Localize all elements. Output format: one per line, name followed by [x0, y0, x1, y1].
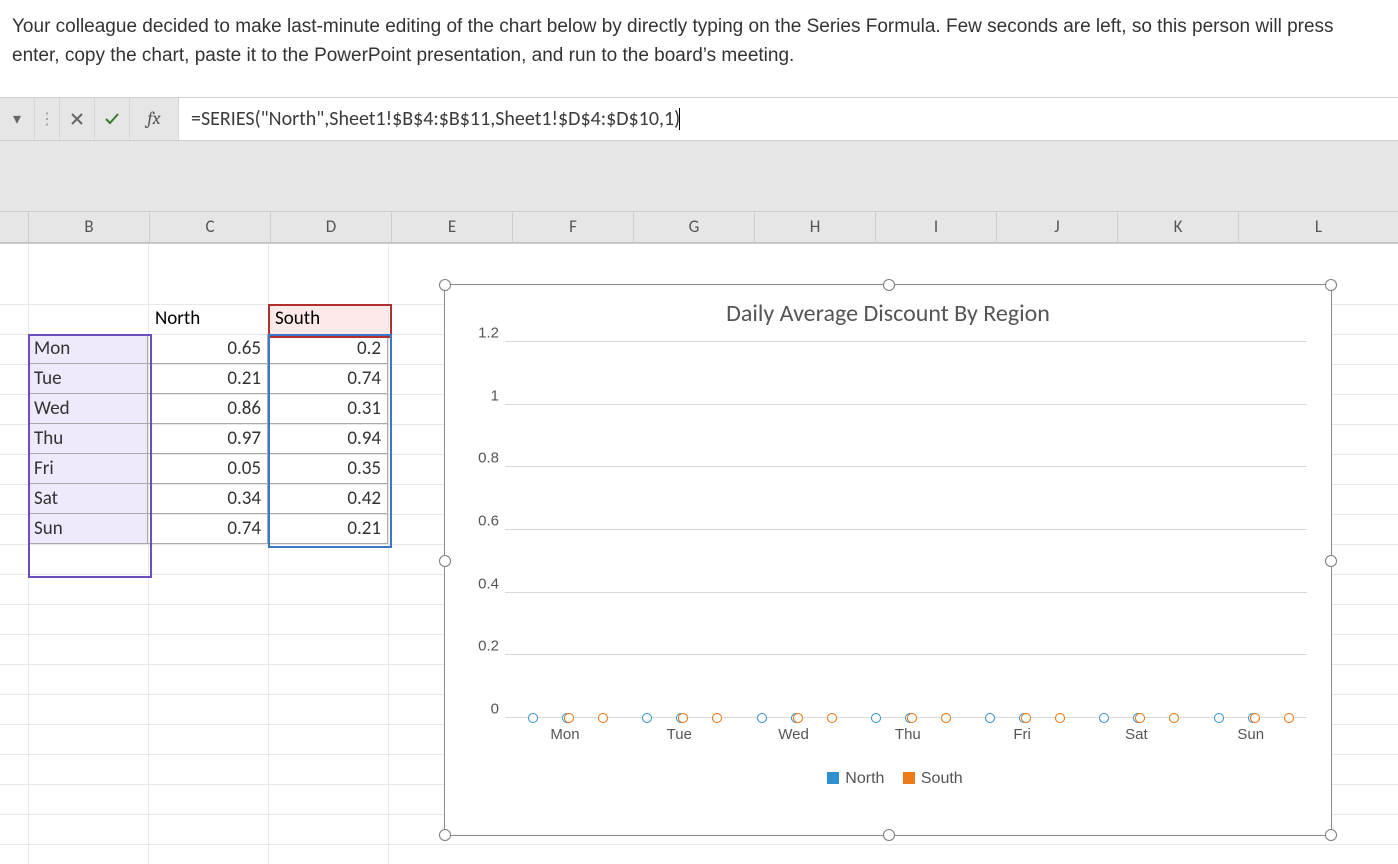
- text-caret: [679, 108, 680, 130]
- legend-swatch-south: [903, 772, 915, 784]
- column-headers[interactable]: B C D E F G H I J K L: [0, 211, 1398, 243]
- x-tick-label: Sun: [1201, 726, 1301, 743]
- col-header-F[interactable]: F: [513, 212, 634, 242]
- col-header-K[interactable]: K: [1118, 212, 1239, 242]
- formula-bar: ▾ ⋮ fx =SERIES("North",Sheet1!$B$4:$B$11…: [0, 98, 1398, 141]
- resize-handle[interactable]: [1325, 279, 1337, 291]
- x-tick-label: Sat: [1086, 726, 1186, 743]
- legend-swatch-north: [827, 772, 839, 784]
- cell-south[interactable]: 0.31: [268, 394, 388, 424]
- cell-south[interactable]: 0.42: [268, 484, 388, 514]
- col-header-C[interactable]: C: [150, 212, 271, 242]
- close-icon: [69, 111, 85, 127]
- row-day[interactable]: Sun: [28, 514, 148, 544]
- formula-bar-options-button[interactable]: ⋮: [35, 98, 60, 140]
- y-tick: 0: [491, 700, 499, 717]
- row-day[interactable]: Thu: [28, 424, 148, 454]
- legend-label-south: South: [921, 770, 963, 787]
- x-tick-label: Tue: [629, 726, 729, 743]
- data-table[interactable]: North South Mon0.650.2 Tue0.210.74 Wed0.…: [28, 304, 388, 544]
- cell-north[interactable]: 0.65: [148, 334, 268, 364]
- cell-north[interactable]: 0.74: [148, 514, 268, 544]
- resize-handle[interactable]: [883, 279, 895, 291]
- formula-input[interactable]: =SERIES("North",Sheet1!$B$4:$B$11,Sheet1…: [179, 98, 1398, 140]
- x-tick-label: Wed: [744, 726, 844, 743]
- cell-north[interactable]: 0.21: [148, 364, 268, 394]
- cell-north[interactable]: 0.97: [148, 424, 268, 454]
- row-day[interactable]: Wed: [28, 394, 148, 424]
- x-tick-label: Fri: [972, 726, 1072, 743]
- cell-south[interactable]: 0.2: [268, 334, 388, 364]
- col-header-B[interactable]: B: [29, 212, 150, 242]
- cell-north[interactable]: 0.05: [148, 454, 268, 484]
- resize-handle[interactable]: [1325, 555, 1337, 567]
- header-north[interactable]: North: [148, 304, 268, 334]
- cell-north[interactable]: 0.34: [148, 484, 268, 514]
- x-tick-label: Mon: [515, 726, 615, 743]
- cell-south[interactable]: 0.94: [268, 424, 388, 454]
- cell-south[interactable]: 0.35: [268, 454, 388, 484]
- row-day[interactable]: Tue: [28, 364, 148, 394]
- header-south[interactable]: South: [268, 304, 388, 334]
- resize-handle[interactable]: [439, 279, 451, 291]
- y-tick: 0.4: [478, 575, 499, 592]
- legend-label-north: North: [845, 770, 884, 787]
- y-tick: 1.2: [478, 324, 499, 341]
- chart-object[interactable]: Daily Average Discount By Region 0 0.2 0…: [444, 284, 1332, 836]
- cell-north[interactable]: 0.86: [148, 394, 268, 424]
- namebox-dropdown-button[interactable]: ▾: [0, 98, 35, 140]
- cell-south[interactable]: 0.21: [268, 514, 388, 544]
- worksheet-grid[interactable]: North South Mon0.650.2 Tue0.210.74 Wed0.…: [0, 243, 1398, 864]
- cell-south[interactable]: 0.74: [268, 364, 388, 394]
- resize-handle[interactable]: [439, 829, 451, 841]
- col-header-H[interactable]: H: [755, 212, 876, 242]
- chart-legend[interactable]: North South: [445, 754, 1331, 788]
- resize-handle[interactable]: [439, 555, 451, 567]
- y-axis: 0 0.2 0.4 0.6 0.8 1 1.2: [463, 342, 503, 718]
- row-day[interactable]: Sat: [28, 484, 148, 514]
- col-header-L[interactable]: L: [1239, 212, 1398, 242]
- intro-text: Your colleague decided to make last-minu…: [0, 0, 1398, 97]
- y-tick: 1: [491, 387, 499, 404]
- x-tick-label: Thu: [858, 726, 958, 743]
- chart-title[interactable]: Daily Average Discount By Region: [445, 285, 1331, 334]
- cancel-button[interactable]: [60, 98, 95, 140]
- accept-button[interactable]: [95, 98, 130, 140]
- resize-handle[interactable]: [1325, 829, 1337, 841]
- row-day[interactable]: Fri: [28, 454, 148, 484]
- y-tick: 0.6: [478, 512, 499, 529]
- col-header-G[interactable]: G: [634, 212, 755, 242]
- col-header-J[interactable]: J: [997, 212, 1118, 242]
- check-icon: [104, 111, 120, 127]
- y-tick: 0.8: [478, 450, 499, 467]
- formula-text: =SERIES("North",Sheet1!$B$4:$B$11,Sheet1…: [191, 107, 680, 131]
- col-header-E[interactable]: E: [392, 212, 513, 242]
- spreadsheet-editor: ▾ ⋮ fx =SERIES("North",Sheet1!$B$4:$B$11…: [0, 97, 1398, 864]
- col-header-I[interactable]: I: [876, 212, 997, 242]
- fx-button[interactable]: fx: [130, 98, 179, 140]
- chart-plot-area[interactable]: 0 0.2 0.4 0.6 0.8 1 1.2: [505, 342, 1307, 718]
- y-tick: 0.2: [478, 638, 499, 655]
- x-axis: Mon Tue Wed Thu Fri Sat Sun: [505, 726, 1307, 754]
- resize-handle[interactable]: [883, 829, 895, 841]
- col-header-D[interactable]: D: [271, 212, 392, 242]
- row-day[interactable]: Mon: [28, 334, 148, 364]
